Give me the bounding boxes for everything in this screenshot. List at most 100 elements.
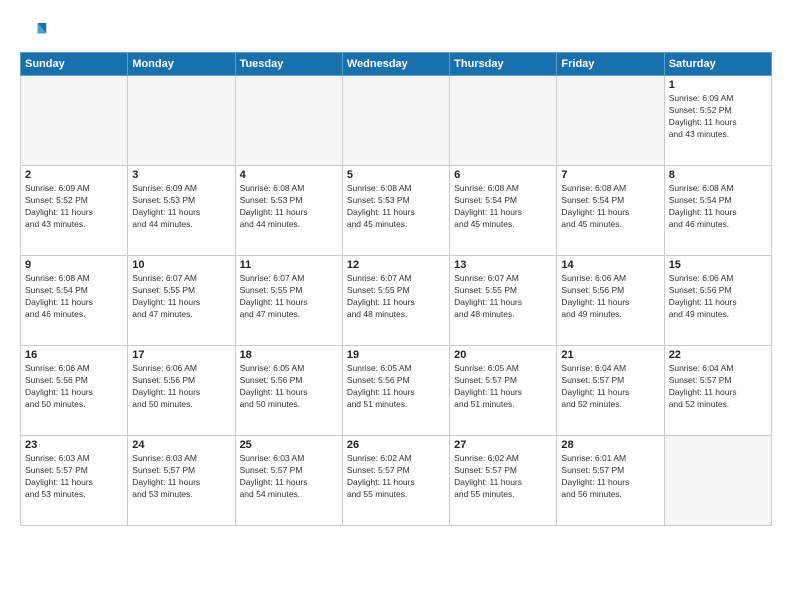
day-number: 28: [561, 439, 659, 451]
day-number: 6: [454, 169, 552, 181]
day-number: 8: [669, 169, 767, 181]
day-cell: 28 Sunrise: 6:01 AM Sunset: 5:57 PM Dayli…: [557, 436, 664, 526]
day-info: Sunrise: 6:08 AM Sunset: 5:54 PM Dayligh…: [561, 183, 659, 231]
day-cell: 4 Sunrise: 6:08 AM Sunset: 5:53 PM Daylig…: [235, 166, 342, 256]
day-cell: 16 Sunrise: 6:06 AM Sunset: 5:56 PM Dayli…: [21, 346, 128, 436]
day-cell: 21Sunrise: 6:04 AM Sunset: 5:57 PM Dayli…: [557, 346, 664, 436]
logo-icon: [20, 16, 48, 44]
week-row-1: 2 Sunrise: 6:09 AM Sunset: 5:52 PM Daylig…: [21, 166, 772, 256]
day-cell: 23 Sunrise: 6:03 AM Sunset: 5:57 PM Dayli…: [21, 436, 128, 526]
day-info: Sunrise: 6:08 AM Sunset: 5:54 PM Dayligh…: [25, 273, 123, 321]
day-info: Sunrise: 6:06 AM Sunset: 5:56 PM Dayligh…: [669, 273, 767, 321]
day-cell: 8 Sunrise: 6:08 AM Sunset: 5:54 PM Daylig…: [664, 166, 771, 256]
day-cell: [450, 76, 557, 166]
day-info: Sunrise: 6:07 AM Sunset: 5:55 PM Dayligh…: [454, 273, 552, 321]
day-info: Sunrise: 6:07 AM Sunset: 5:55 PM Dayligh…: [132, 273, 230, 321]
day-info: Sunrise: 6:08 AM Sunset: 5:53 PM Dayligh…: [240, 183, 338, 231]
day-number: 12: [347, 259, 445, 271]
day-info: Sunrise: 6:03 AM Sunset: 5:57 PM Dayligh…: [240, 453, 338, 501]
day-cell: 14 Sunrise: 6:06 AM Sunset: 5:56 PM Dayli…: [557, 256, 664, 346]
day-info: Sunrise: 6:06 AM Sunset: 5:56 PM Dayligh…: [25, 363, 123, 411]
weekday-sunday: Sunday: [21, 53, 128, 76]
day-cell: 20 Sunrise: 6:05 AM Sunset: 5:57 PM Dayli…: [450, 346, 557, 436]
day-number: 9: [25, 259, 123, 271]
week-row-4: 23 Sunrise: 6:03 AM Sunset: 5:57 PM Dayli…: [21, 436, 772, 526]
day-number: 5: [347, 169, 445, 181]
day-info: Sunrise: 6:09 AM Sunset: 5:52 PM Dayligh…: [669, 93, 767, 141]
day-cell: 22 Sunrise: 6:04 AM Sunset: 5:57 PM Dayli…: [664, 346, 771, 436]
day-info: Sunrise: 6:02 AM Sunset: 5:57 PM Dayligh…: [347, 453, 445, 501]
day-info: Sunrise: 6:06 AM Sunset: 5:56 PM Dayligh…: [132, 363, 230, 411]
day-cell: 11 Sunrise: 6:07 AM Sunset: 5:55 PM Dayli…: [235, 256, 342, 346]
day-cell: 3 Sunrise: 6:09 AM Sunset: 5:53 PM Daylig…: [128, 166, 235, 256]
day-info: Sunrise: 6:07 AM Sunset: 5:55 PM Dayligh…: [347, 273, 445, 321]
day-cell: 2 Sunrise: 6:09 AM Sunset: 5:52 PM Daylig…: [21, 166, 128, 256]
week-row-0: 1 Sunrise: 6:09 AM Sunset: 5:52 PM Daylig…: [21, 76, 772, 166]
day-info: Sunrise: 6:09 AM Sunset: 5:53 PM Dayligh…: [132, 183, 230, 231]
day-number: 4: [240, 169, 338, 181]
day-number: 14: [561, 259, 659, 271]
calendar-table: SundayMondayTuesdayWednesdayThursdayFrid…: [20, 52, 772, 526]
day-cell: 5 Sunrise: 6:08 AM Sunset: 5:53 PM Daylig…: [342, 166, 449, 256]
week-row-3: 16 Sunrise: 6:06 AM Sunset: 5:56 PM Dayli…: [21, 346, 772, 436]
day-number: 1: [669, 79, 767, 91]
day-number: 17: [132, 349, 230, 361]
weekday-tuesday: Tuesday: [235, 53, 342, 76]
day-info: Sunrise: 6:08 AM Sunset: 5:53 PM Dayligh…: [347, 183, 445, 231]
weekday-wednesday: Wednesday: [342, 53, 449, 76]
day-number: 26: [347, 439, 445, 451]
day-cell: 1 Sunrise: 6:09 AM Sunset: 5:52 PM Daylig…: [664, 76, 771, 166]
day-info: Sunrise: 6:09 AM Sunset: 5:52 PM Dayligh…: [25, 183, 123, 231]
day-info: Sunrise: 6:06 AM Sunset: 5:56 PM Dayligh…: [561, 273, 659, 321]
day-info: Sunrise: 6:07 AM Sunset: 5:55 PM Dayligh…: [240, 273, 338, 321]
day-info: Sunrise: 6:05 AM Sunset: 5:57 PM Dayligh…: [454, 363, 552, 411]
day-number: 11: [240, 259, 338, 271]
day-cell: 12 Sunrise: 6:07 AM Sunset: 5:55 PM Dayli…: [342, 256, 449, 346]
day-number: 25: [240, 439, 338, 451]
day-cell: 15 Sunrise: 6:06 AM Sunset: 5:56 PM Dayli…: [664, 256, 771, 346]
day-number: 21: [561, 349, 659, 361]
day-number: 13: [454, 259, 552, 271]
weekday-saturday: Saturday: [664, 53, 771, 76]
day-cell: 18Sunrise: 6:05 AM Sunset: 5:56 PM Dayli…: [235, 346, 342, 436]
day-number: 20: [454, 349, 552, 361]
day-info: Sunrise: 6:08 AM Sunset: 5:54 PM Dayligh…: [669, 183, 767, 231]
day-cell: 17 Sunrise: 6:06 AM Sunset: 5:56 PM Dayli…: [128, 346, 235, 436]
day-cell: [342, 76, 449, 166]
day-cell: [21, 76, 128, 166]
day-cell: [557, 76, 664, 166]
day-number: 2: [25, 169, 123, 181]
day-cell: [664, 436, 771, 526]
day-number: 27: [454, 439, 552, 451]
weekday-friday: Friday: [557, 53, 664, 76]
day-info: Sunrise: 6:02 AM Sunset: 5:57 PM Dayligh…: [454, 453, 552, 501]
day-cell: 25 Sunrise: 6:03 AM Sunset: 5:57 PM Dayli…: [235, 436, 342, 526]
day-info: Sunrise: 6:05 AM Sunset: 5:56 PM Dayligh…: [347, 363, 445, 411]
day-cell: 19 Sunrise: 6:05 AM Sunset: 5:56 PM Dayli…: [342, 346, 449, 436]
day-cell: [235, 76, 342, 166]
week-row-2: 9 Sunrise: 6:08 AM Sunset: 5:54 PM Daylig…: [21, 256, 772, 346]
day-number: 10: [132, 259, 230, 271]
page: SundayMondayTuesdayWednesdayThursdayFrid…: [0, 0, 792, 612]
day-number: 18: [240, 349, 338, 361]
day-cell: 13 Sunrise: 6:07 AM Sunset: 5:55 PM Dayli…: [450, 256, 557, 346]
day-cell: 7 Sunrise: 6:08 AM Sunset: 5:54 PM Daylig…: [557, 166, 664, 256]
day-info: Sunrise: 6:01 AM Sunset: 5:57 PM Dayligh…: [561, 453, 659, 501]
day-cell: 10 Sunrise: 6:07 AM Sunset: 5:55 PM Dayli…: [128, 256, 235, 346]
day-number: 15: [669, 259, 767, 271]
day-info: Sunrise: 6:04 AM Sunset: 5:57 PM Dayligh…: [669, 363, 767, 411]
day-number: 3: [132, 169, 230, 181]
day-number: 22: [669, 349, 767, 361]
day-number: 19: [347, 349, 445, 361]
weekday-monday: Monday: [128, 53, 235, 76]
day-number: 16: [25, 349, 123, 361]
day-info: Sunrise: 6:03 AM Sunset: 5:57 PM Dayligh…: [132, 453, 230, 501]
day-number: 24: [132, 439, 230, 451]
weekday-header-row: SundayMondayTuesdayWednesdayThursdayFrid…: [21, 53, 772, 76]
day-number: 23: [25, 439, 123, 451]
day-info: Sunrise: 6:03 AM Sunset: 5:57 PM Dayligh…: [25, 453, 123, 501]
weekday-thursday: Thursday: [450, 53, 557, 76]
day-info: Sunrise: 6:08 AM Sunset: 5:54 PM Dayligh…: [454, 183, 552, 231]
header: [20, 16, 772, 44]
day-number: 7: [561, 169, 659, 181]
